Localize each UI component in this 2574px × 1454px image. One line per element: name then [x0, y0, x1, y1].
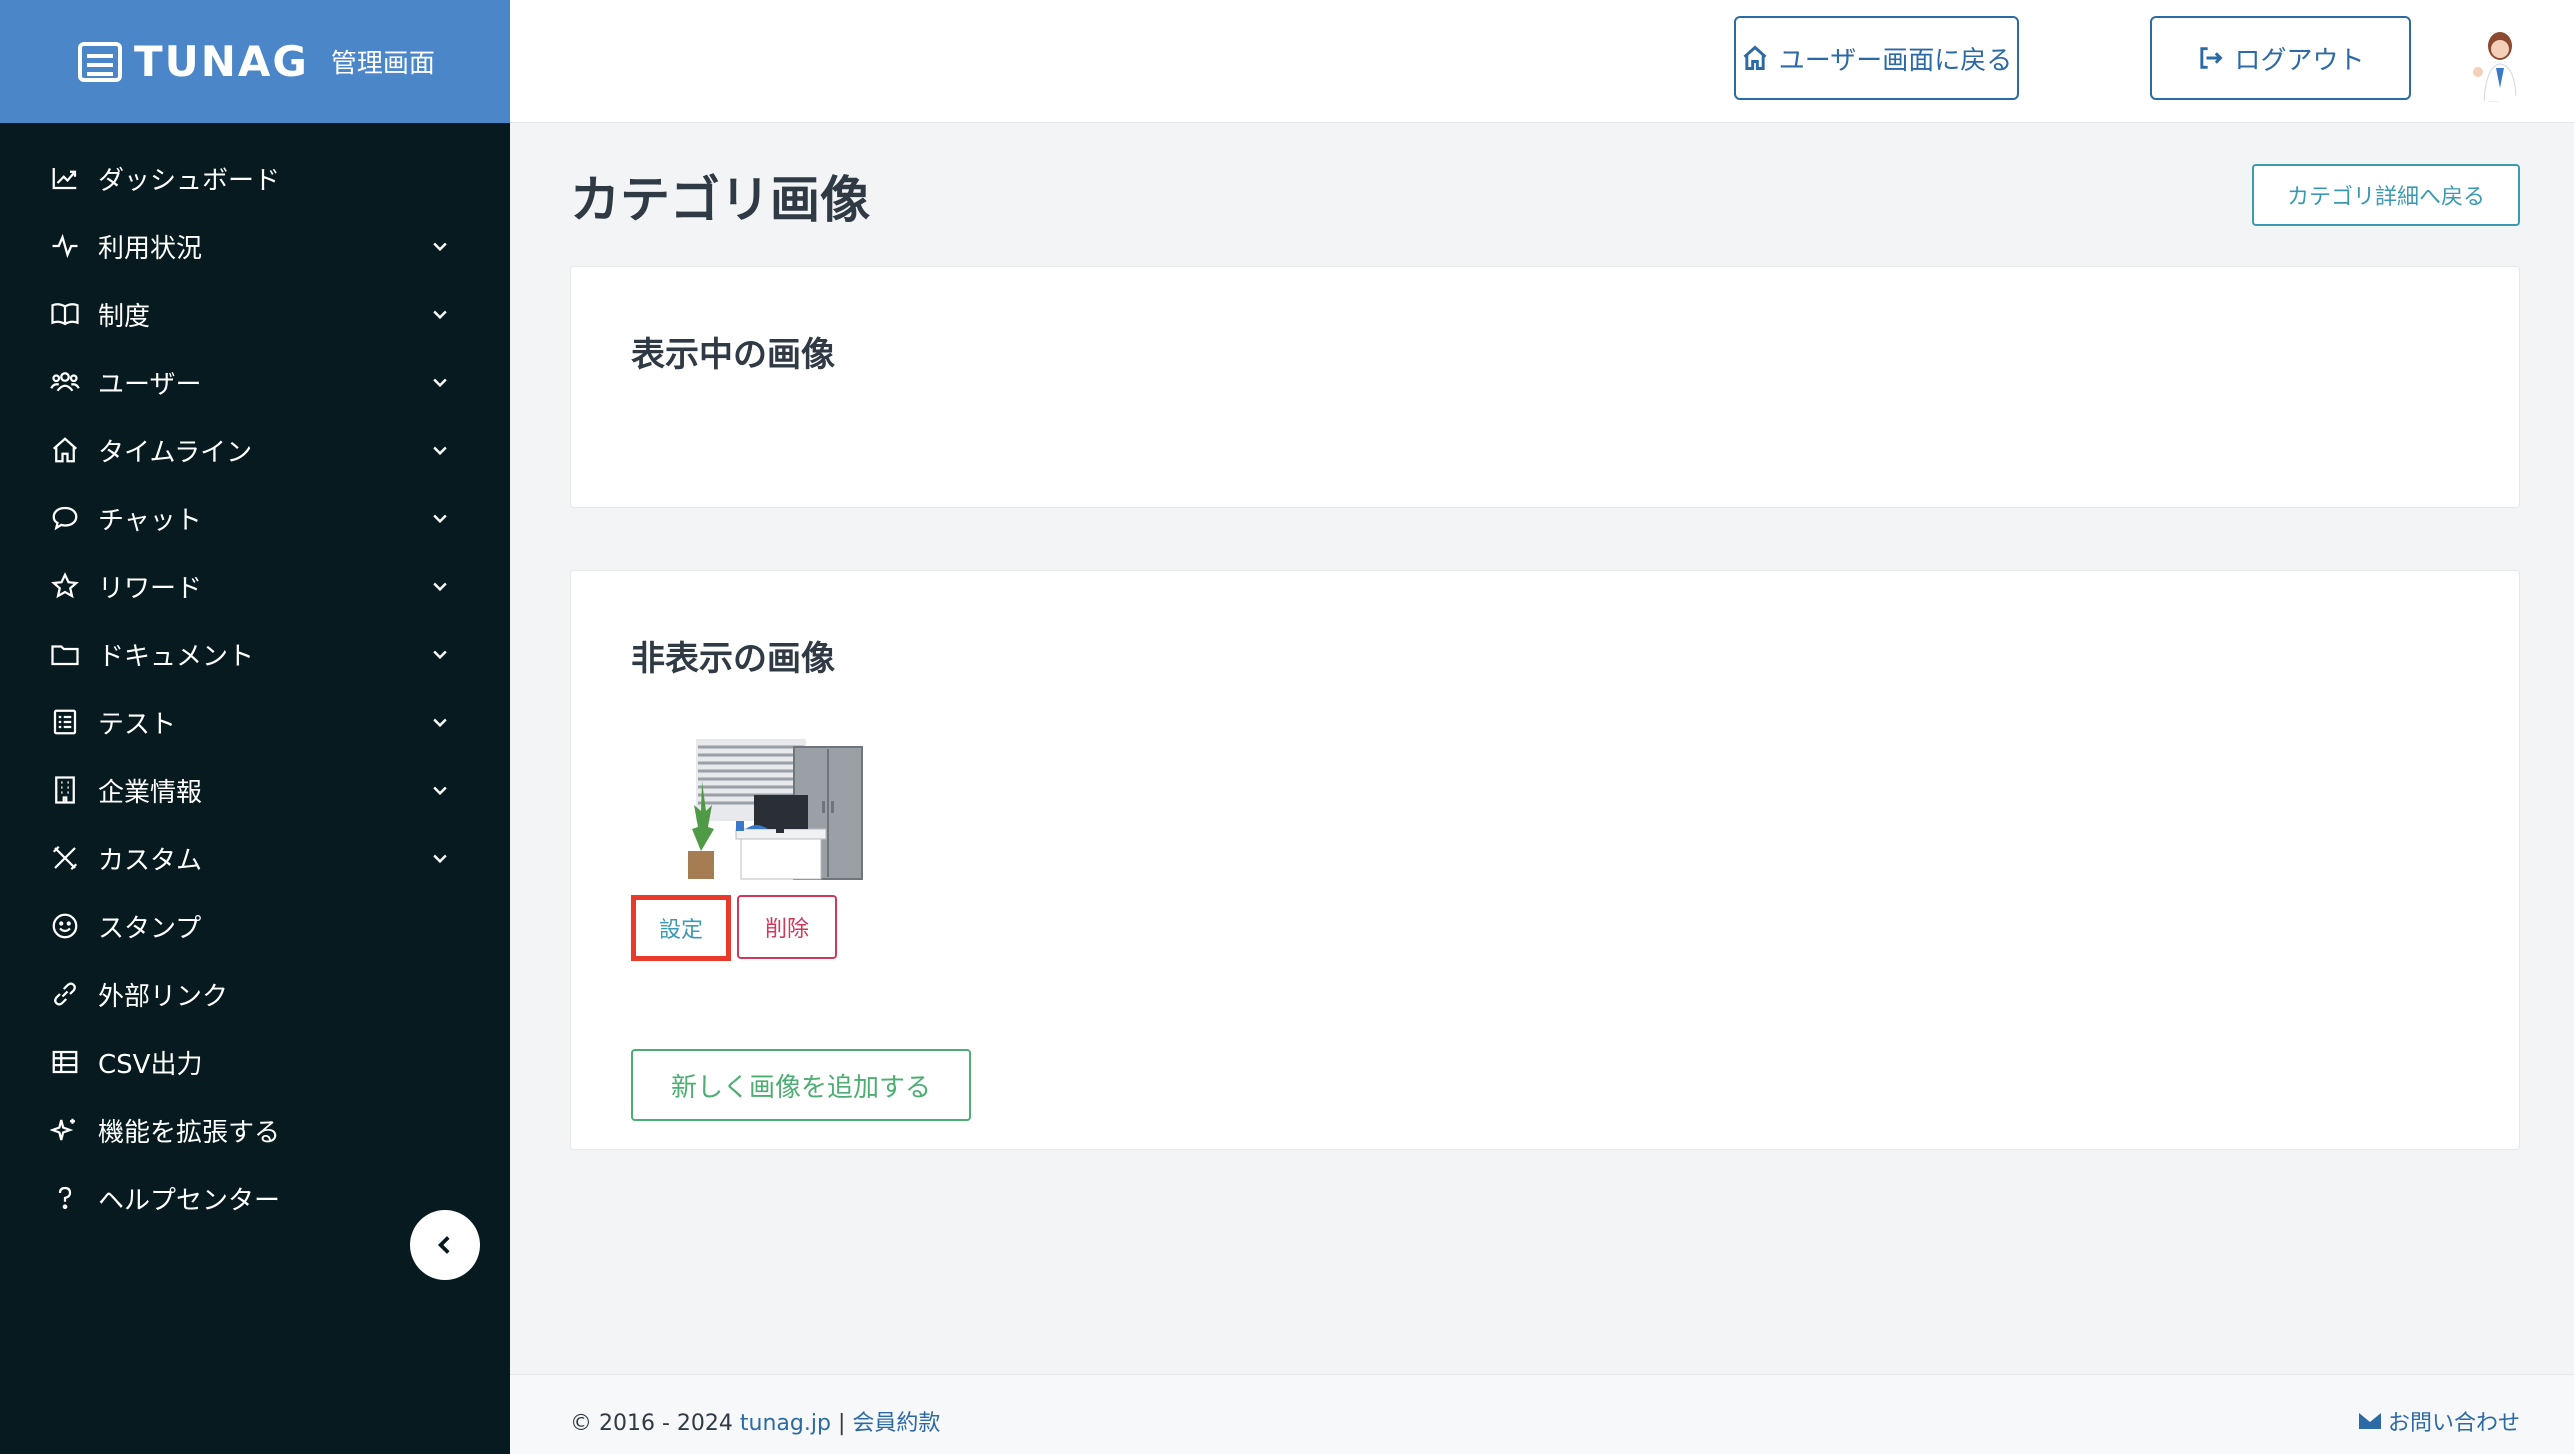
sidebar-item-book[interactable]: 制度 — [0, 280, 510, 348]
activity-icon — [48, 229, 82, 263]
chevron-down-icon — [430, 780, 450, 800]
folder-icon — [48, 637, 82, 671]
help-icon — [48, 1181, 82, 1215]
users-icon — [48, 365, 82, 399]
brand-name: TUNAG — [134, 37, 309, 86]
chart-icon — [48, 161, 82, 195]
add-new-image-button[interactable]: 新しく画像を追加する — [631, 1049, 971, 1121]
book-icon — [48, 297, 82, 331]
sidebar-item-label: タイムライン — [98, 437, 253, 468]
sparkle-icon — [48, 1113, 82, 1147]
terms-link[interactable]: 会員約款 — [852, 1411, 940, 1436]
sidebar-item-building[interactable]: 企業情報 — [0, 756, 510, 824]
chevron-down-icon — [430, 508, 450, 528]
logout-icon — [2200, 47, 2224, 69]
envelope-icon — [2358, 1413, 2381, 1429]
hidden-images-title: 非表示の画像 — [631, 639, 835, 679]
copyright-text: © 2016 - 2024 — [570, 1411, 733, 1436]
logout-button[interactable]: ログアウト — [2150, 16, 2411, 100]
home-icon — [48, 433, 82, 467]
back-to-category-detail-button[interactable]: カテゴリ詳細へ戻る — [2252, 164, 2520, 226]
contact-label: お問い合わせ — [2387, 1411, 2520, 1436]
back-to-user-screen-label: ユーザー画面に戻る — [1778, 45, 2013, 76]
sidebar-item-smile[interactable]: スタンプ — [0, 892, 510, 960]
sidebar-item-label: 機能を拡張する — [98, 1117, 281, 1148]
sidebar-item-label: ドキュメント — [98, 641, 255, 672]
checklist-icon — [48, 705, 82, 739]
sidebar-item-label: チャット — [98, 505, 202, 536]
visible-images-title: 表示中の画像 — [631, 335, 835, 375]
sidebar-item-label: 制度 — [98, 301, 151, 332]
avatar[interactable] — [2454, 22, 2534, 102]
chevron-down-icon — [430, 372, 450, 392]
sidebar-item-activity[interactable]: 利用状況 — [0, 212, 510, 280]
chevron-down-icon — [430, 304, 450, 324]
chevron-down-icon — [430, 644, 450, 664]
sidebar-collapse-button[interactable] — [410, 1210, 480, 1280]
tools-icon — [48, 841, 82, 875]
top-header: ユーザー画面に戻る ログアウト — [510, 0, 2574, 123]
sidebar-item-link[interactable]: 外部リンク — [0, 960, 510, 1028]
hidden-images-card: 非表示の画像 設定 削除 新しく画像を追加する — [570, 570, 2520, 1150]
sidebar-item-label: CSV出力 — [98, 1049, 203, 1080]
logout-label: ログアウト — [2234, 45, 2365, 76]
chevron-left-icon — [437, 1236, 450, 1254]
sidebar-item-label: ダッシュボード — [98, 165, 281, 196]
set-image-button[interactable]: 設定 — [631, 895, 731, 961]
sidebar-nav: ダッシュボード 利用状況制度ユーザータイムライン チャットリワードドキュメント テスト… — [0, 144, 510, 1232]
footer: © 2016 - 2024 tunag.jp | 会員約款 お問い合わせ — [510, 1374, 2574, 1454]
star-icon — [48, 569, 82, 603]
brand-header[interactable]: TUNAG 管理画面 — [0, 0, 510, 123]
building-icon — [48, 773, 82, 807]
visible-images-card: 表示中の画像 — [570, 266, 2520, 508]
sidebar-item-folder[interactable]: ドキュメント — [0, 620, 510, 688]
chevron-down-icon — [430, 576, 450, 596]
set-image-label: 設定 — [658, 918, 703, 943]
sidebar-item-star[interactable]: リワード — [0, 552, 510, 620]
footer-copyright: © 2016 - 2024 tunag.jp | 会員約款 — [570, 1405, 940, 1437]
sidebar-item-chart[interactable]: ダッシュボード — [0, 144, 510, 212]
sidebar-item-label: テスト — [98, 709, 177, 740]
link-icon — [48, 977, 82, 1011]
sidebar-item-sparkle[interactable]: 機能を拡張する — [0, 1096, 510, 1164]
table-icon — [48, 1045, 82, 1079]
sidebar-item-label: 利用状況 — [98, 233, 203, 264]
sidebar-item-label: ユーザー — [98, 369, 202, 400]
site-link[interactable]: tunag.jp — [740, 1411, 831, 1436]
brand-subtitle: 管理画面 — [330, 49, 435, 79]
sidebar-item-label: カスタム — [98, 845, 203, 876]
delete-image-button[interactable]: 削除 — [737, 895, 837, 959]
sidebar-item-home[interactable]: タイムライン — [0, 416, 510, 484]
chevron-down-icon — [430, 236, 450, 256]
home-icon — [1743, 45, 1767, 70]
footer-separator: | — [837, 1411, 846, 1436]
sidebar-item-label: スタンプ — [98, 913, 202, 944]
sidebar-item-label: 企業情報 — [98, 777, 203, 808]
chevron-down-icon — [430, 440, 450, 460]
tunag-logo-icon — [78, 41, 122, 82]
sidebar-item-chat[interactable]: チャット — [0, 484, 510, 552]
chat-icon — [48, 501, 82, 535]
sidebar-item-tools[interactable]: カスタム — [0, 824, 510, 892]
back-to-user-screen-button[interactable]: ユーザー画面に戻る — [1734, 16, 2019, 100]
page-title: カテゴリ画像 — [570, 171, 870, 229]
sidebar-item-label: ヘルプセンター — [98, 1185, 281, 1216]
chevron-down-icon — [430, 848, 450, 868]
sidebar-item-table[interactable]: CSV出力 — [0, 1028, 510, 1096]
sidebar-item-users[interactable]: ユーザー — [0, 348, 510, 416]
chevron-down-icon — [430, 712, 450, 732]
sidebar-item-label: リワード — [98, 573, 203, 604]
avatar-illustration-icon — [2454, 22, 2534, 102]
sidebar-item-label: 外部リンク — [98, 981, 229, 1012]
smile-icon — [48, 909, 82, 943]
sidebar-item-checklist[interactable]: テスト — [0, 688, 510, 756]
sidebar: TUNAG 管理画面 ダッシュボード 利用状況制度ユーザータイムライン チャットリワ… — [0, 0, 510, 1454]
contact-link[interactable]: お問い合わせ — [2358, 1405, 2520, 1437]
